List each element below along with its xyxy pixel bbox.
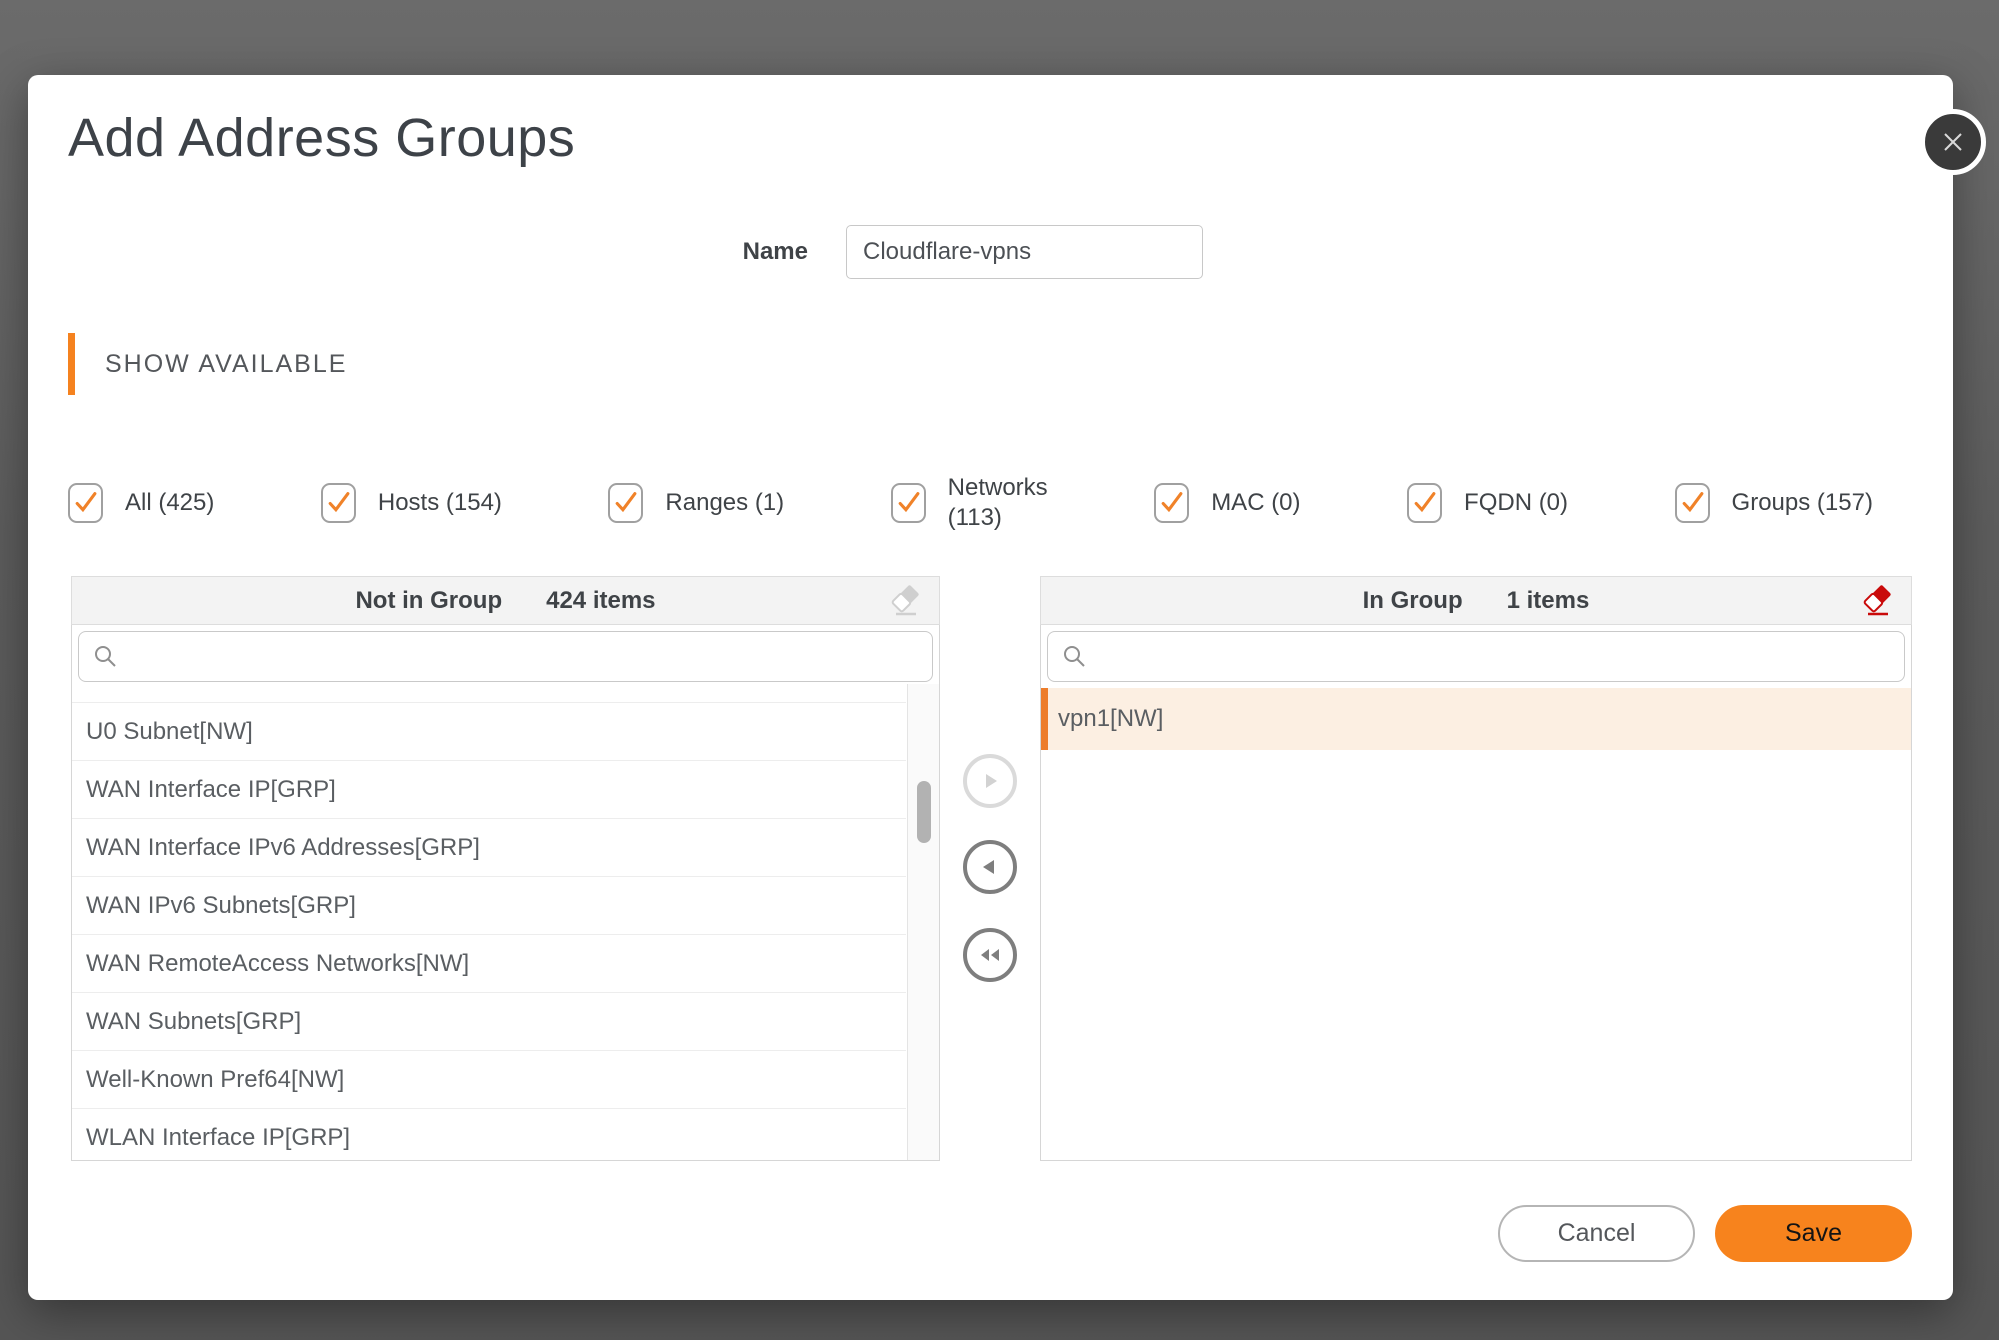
not-in-group-count: 424 items bbox=[546, 587, 655, 615]
filter-item: MAC (0) bbox=[1154, 483, 1300, 523]
check-icon bbox=[895, 490, 922, 517]
eraser-icon bbox=[889, 606, 923, 621]
not-in-group-list: U0 Subnet[NW]WAN Interface IP[GRP]WAN In… bbox=[72, 688, 906, 1161]
not-in-group-search-box bbox=[78, 631, 933, 682]
list-item-selected[interactable]: vpn1[NW] bbox=[1041, 688, 1911, 750]
filter-checkbox[interactable] bbox=[1407, 483, 1442, 523]
check-icon bbox=[1679, 490, 1706, 517]
filter-label: Groups (157) bbox=[1732, 488, 1873, 518]
filter-checkbox-row: All (425) Hosts (154) Ranges (1) Networks(1… bbox=[68, 463, 1873, 543]
move-all-left-button[interactable] bbox=[963, 928, 1017, 982]
in-group-header: In Group 1 items bbox=[1040, 576, 1912, 625]
filter-item: FQDN (0) bbox=[1407, 483, 1568, 523]
list-item[interactable]: WAN RemoteAccess Networks[NW] bbox=[72, 934, 906, 992]
dialog-title: Add Address Groups bbox=[68, 107, 575, 169]
filter-item: Ranges (1) bbox=[608, 483, 784, 523]
check-icon bbox=[1411, 490, 1438, 517]
filter-checkbox[interactable] bbox=[321, 483, 356, 523]
list-item[interactable]: Well-Known Pref64[NW] bbox=[72, 1050, 906, 1108]
check-icon bbox=[612, 490, 639, 517]
filter-item: Networks(113) bbox=[891, 473, 1048, 533]
section-accent-bar bbox=[68, 333, 75, 395]
arrow-left-icon bbox=[979, 856, 1001, 878]
filter-label: Ranges (1) bbox=[665, 488, 784, 518]
double-arrow-left-icon bbox=[978, 944, 1002, 966]
list-item[interactable]: U0 Subnet[NW] bbox=[72, 702, 906, 760]
filter-item: Groups (157) bbox=[1675, 483, 1873, 523]
filter-item: Hosts (154) bbox=[321, 483, 502, 523]
search-icon bbox=[1062, 644, 1088, 670]
name-label: Name bbox=[668, 235, 808, 269]
move-right-button[interactable] bbox=[963, 754, 1017, 808]
in-group-search-input[interactable] bbox=[1098, 632, 1904, 681]
filter-label: Networks(113) bbox=[948, 473, 1048, 533]
panel-in-group: In Group 1 items bbox=[1040, 576, 1912, 1161]
clear-not-in-group-button[interactable] bbox=[889, 584, 923, 618]
not-in-group-header: Not in Group 424 items bbox=[71, 576, 940, 625]
section-title: SHOW AVAILABLE bbox=[105, 350, 347, 379]
filter-item: All (425) bbox=[68, 483, 214, 523]
check-icon bbox=[1158, 490, 1185, 517]
scrollbar-track[interactable] bbox=[907, 684, 939, 1160]
in-group-list: vpn1[NW] bbox=[1041, 688, 1911, 750]
list-item[interactable]: WAN Subnets[GRP] bbox=[72, 992, 906, 1050]
filter-checkbox[interactable] bbox=[68, 483, 103, 523]
eraser-icon-red bbox=[1861, 606, 1895, 621]
list-item[interactable]: WAN Interface IP[GRP] bbox=[72, 760, 906, 818]
not-in-group-search-input[interactable] bbox=[129, 632, 932, 681]
panel-not-in-group: Not in Group 424 items bbox=[71, 576, 940, 1161]
close-icon bbox=[1940, 129, 1966, 155]
check-icon bbox=[325, 490, 352, 517]
check-icon bbox=[72, 490, 99, 517]
cut-off-row bbox=[72, 688, 906, 702]
cancel-button[interactable]: Cancel bbox=[1498, 1205, 1695, 1262]
search-icon bbox=[93, 644, 119, 670]
in-group-count: 1 items bbox=[1507, 587, 1590, 615]
filter-checkbox[interactable] bbox=[1675, 483, 1710, 523]
move-left-button[interactable] bbox=[963, 840, 1017, 894]
filter-checkbox[interactable] bbox=[1154, 483, 1189, 523]
save-button[interactable]: Save bbox=[1715, 1205, 1912, 1262]
list-item[interactable]: WLAN Interface IP[GRP] bbox=[72, 1108, 906, 1161]
add-address-groups-dialog: Add Address Groups Name SHOW AVAILABLE A… bbox=[28, 75, 1953, 1300]
not-in-group-body: U0 Subnet[NW]WAN Interface IP[GRP]WAN In… bbox=[71, 625, 940, 1161]
in-group-title: In Group bbox=[1363, 587, 1463, 615]
in-group-body: vpn1[NW] bbox=[1040, 625, 1912, 1161]
clear-in-group-button[interactable] bbox=[1861, 584, 1895, 618]
filter-label: All (425) bbox=[125, 488, 214, 518]
filter-label: MAC (0) bbox=[1211, 488, 1300, 518]
show-available-section: SHOW AVAILABLE bbox=[68, 333, 347, 395]
filter-checkbox[interactable] bbox=[608, 483, 643, 523]
not-in-group-title: Not in Group bbox=[355, 587, 502, 615]
filter-label: Hosts (154) bbox=[378, 488, 502, 518]
filter-label: FQDN (0) bbox=[1464, 488, 1568, 518]
filter-checkbox[interactable] bbox=[891, 483, 926, 523]
list-item[interactable]: WAN Interface IPv6 Addresses[GRP] bbox=[72, 818, 906, 876]
close-button[interactable] bbox=[1920, 109, 1986, 175]
list-item[interactable]: WAN IPv6 Subnets[GRP] bbox=[72, 876, 906, 934]
scrollbar-thumb[interactable] bbox=[917, 781, 931, 843]
in-group-search-box bbox=[1047, 631, 1905, 682]
arrow-right-icon bbox=[979, 770, 1001, 792]
name-input[interactable] bbox=[846, 225, 1203, 279]
